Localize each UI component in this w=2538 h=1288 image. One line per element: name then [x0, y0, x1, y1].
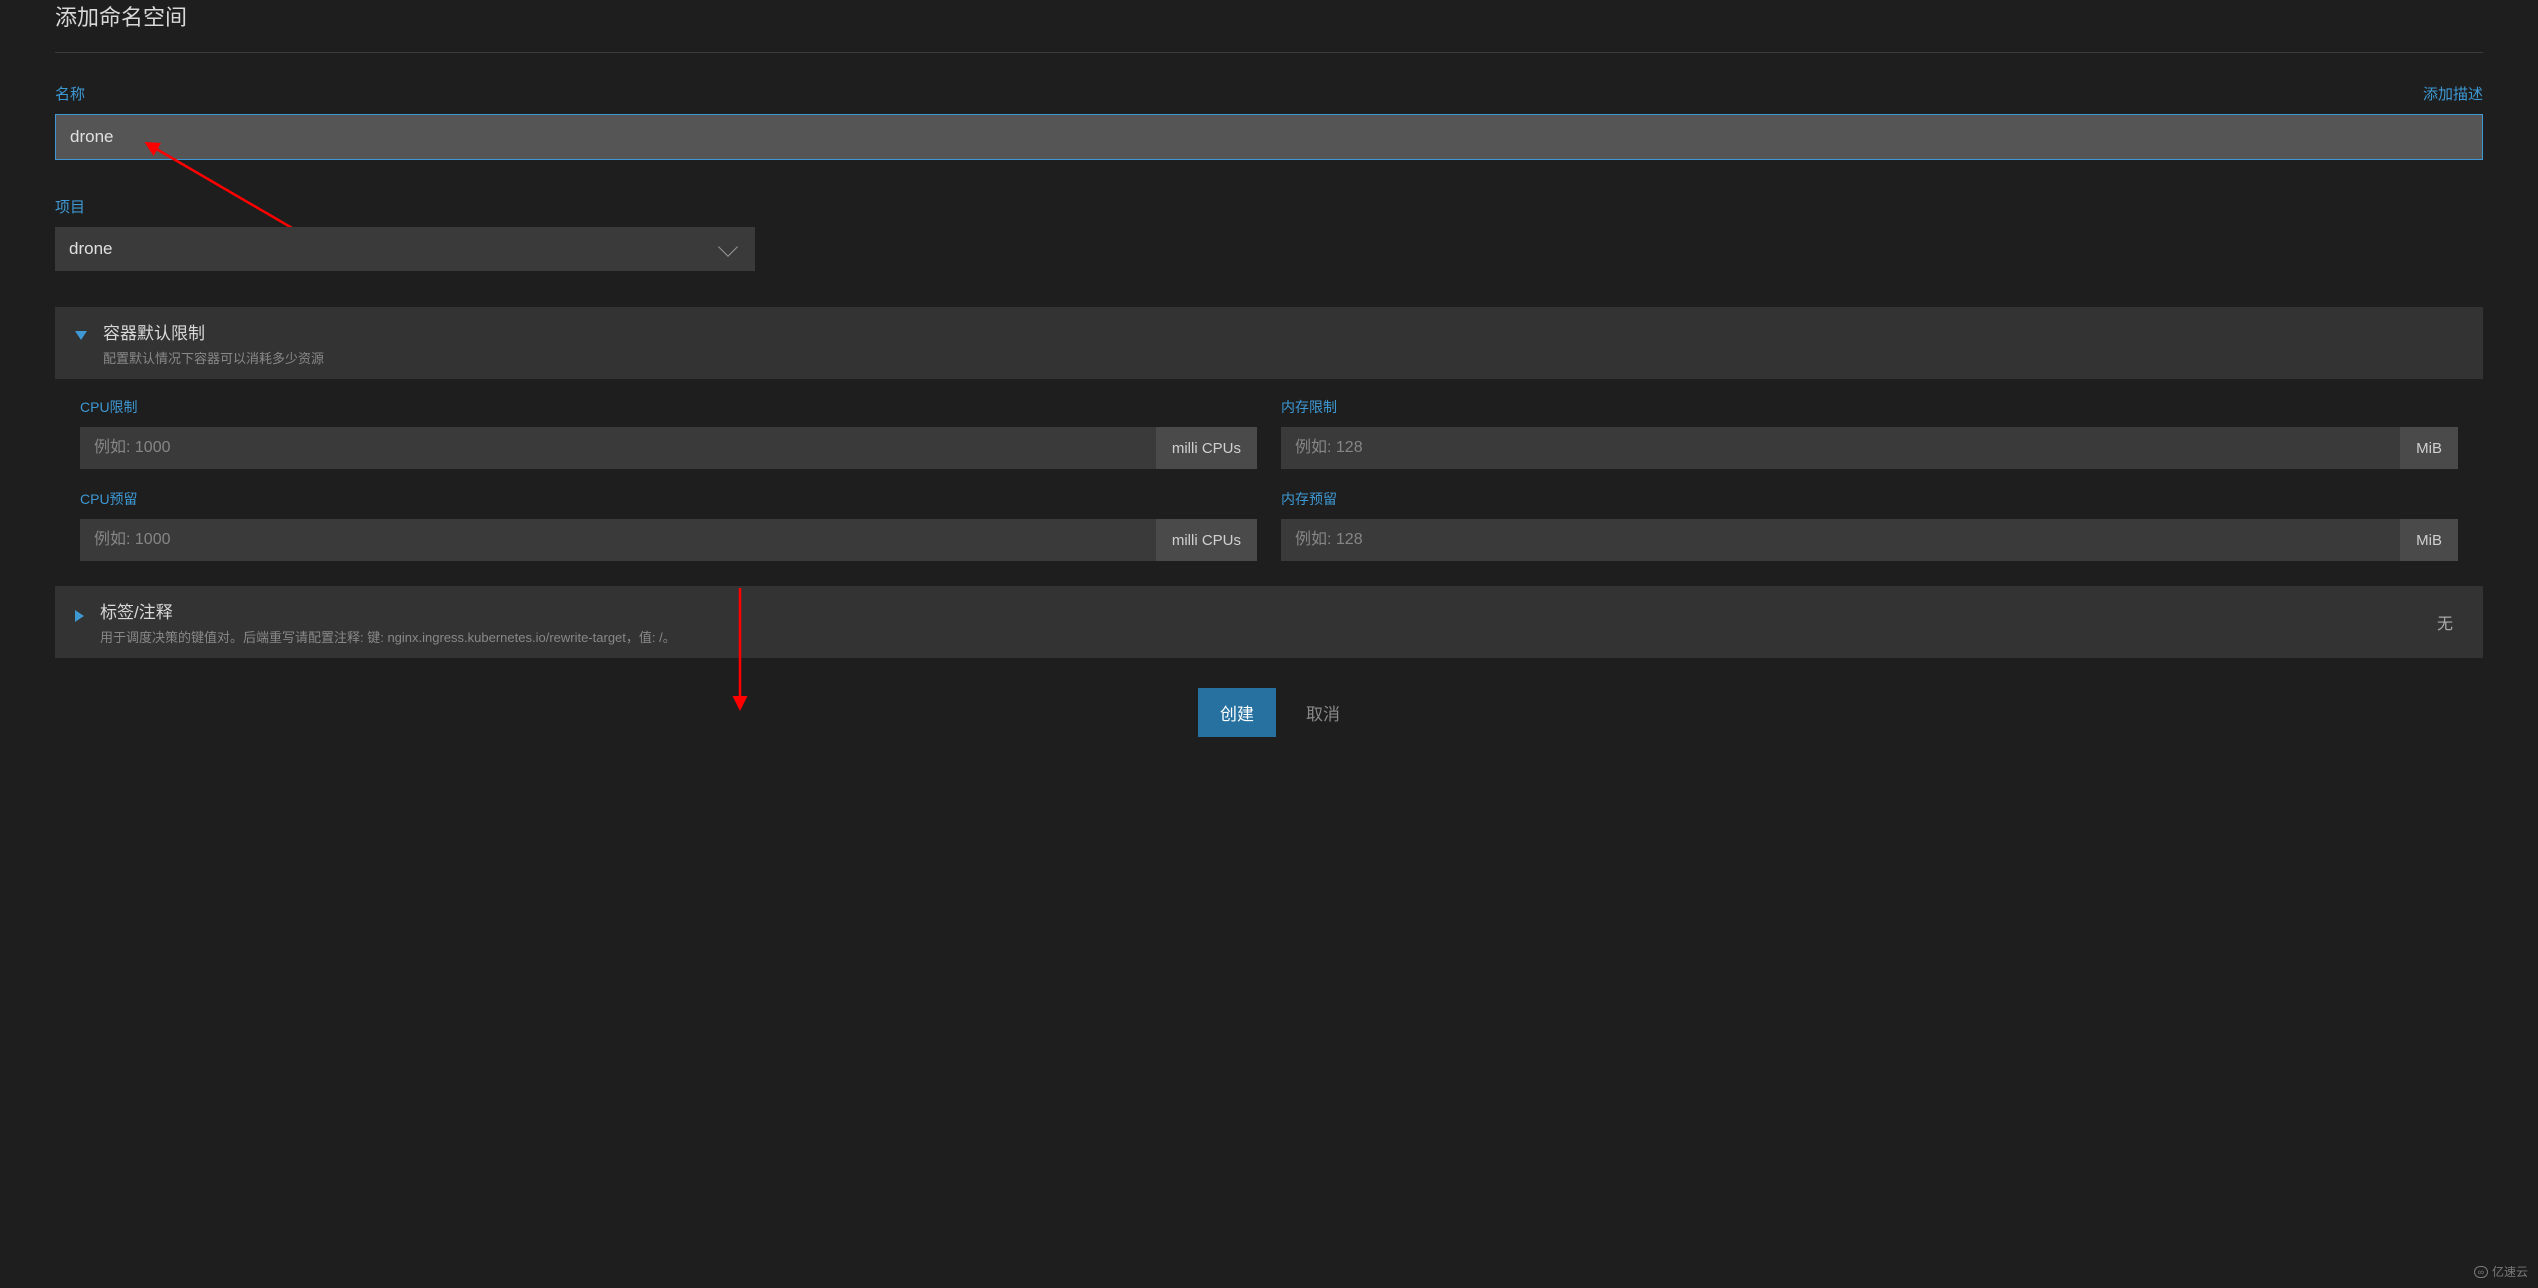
- mem-limit-unit: MiB: [2400, 427, 2458, 469]
- divider: [55, 52, 2483, 53]
- cpu-limit-unit: milli CPUs: [1156, 427, 1257, 469]
- mem-reserve-label: 内存预留: [1281, 489, 2458, 509]
- cpu-reserve-unit: milli CPUs: [1156, 519, 1257, 561]
- cpu-limit-label: CPU限制: [80, 397, 1257, 417]
- labels-section-desc: 用于调度决策的键值对。后端重写请配置注释: 键: nginx.ingress.k…: [100, 627, 2421, 646]
- mem-reserve-input[interactable]: [1281, 519, 2400, 561]
- project-select[interactable]: drone: [55, 227, 755, 271]
- watermark: ∞ 亿速云: [2474, 1263, 2528, 1280]
- mem-limit-input[interactable]: [1281, 427, 2400, 469]
- mem-reserve-unit: MiB: [2400, 519, 2458, 561]
- project-field-block: 项目 drone: [55, 196, 2483, 271]
- project-label: 项目: [55, 196, 85, 217]
- cancel-button[interactable]: 取消: [1306, 700, 1340, 725]
- labels-section-status: 无: [2437, 610, 2463, 634]
- container-limits-title: 容器默认限制: [103, 319, 2463, 344]
- add-description-link[interactable]: 添加描述: [2423, 83, 2483, 104]
- cpu-reserve-input[interactable]: [80, 519, 1156, 561]
- container-limits-desc: 配置默认情况下容器可以消耗多少资源: [103, 348, 2463, 367]
- watermark-icon: ∞: [2474, 1266, 2488, 1278]
- create-button[interactable]: 创建: [1198, 688, 1276, 737]
- project-selected-value: drone: [69, 239, 112, 259]
- page-title: 添加命名空间: [55, 0, 2483, 52]
- name-input[interactable]: [55, 114, 2483, 160]
- chevron-down-icon: [718, 237, 738, 257]
- mem-limit-label: 内存限制: [1281, 397, 2458, 417]
- container-limits-header[interactable]: 容器默认限制 配置默认情况下容器可以消耗多少资源: [55, 307, 2483, 379]
- cpu-reserve-label: CPU预留: [80, 489, 1257, 509]
- collapse-toggle-icon: [75, 331, 87, 340]
- limits-grid: CPU限制 milli CPUs 内存限制 MiB CPU预留 milli CP…: [55, 397, 2483, 586]
- name-field-block: 名称 添加描述: [55, 83, 2483, 160]
- expand-toggle-icon: [75, 610, 84, 622]
- name-label: 名称: [55, 83, 85, 104]
- watermark-text: 亿速云: [2492, 1263, 2528, 1280]
- labels-section-title: 标签/注释: [100, 598, 2421, 623]
- cpu-limit-input[interactable]: [80, 427, 1156, 469]
- labels-section-header[interactable]: 标签/注释 用于调度决策的键值对。后端重写请配置注释: 键: nginx.ing…: [55, 586, 2483, 658]
